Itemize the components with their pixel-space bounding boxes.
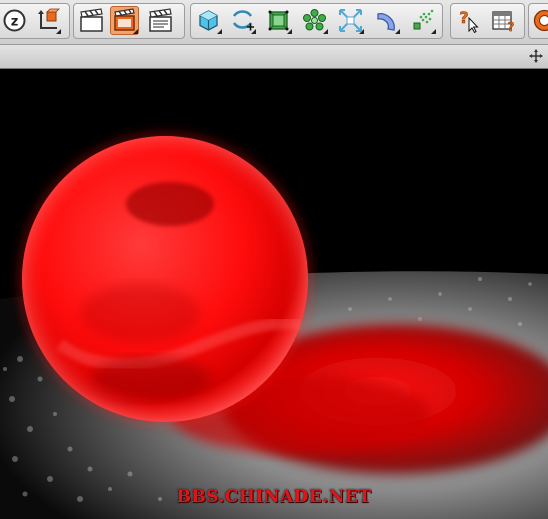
submenu-indicator	[431, 29, 436, 34]
render-view-icon	[80, 8, 103, 32]
render-active-view-button[interactable]	[110, 6, 139, 35]
zoom-icon: z	[3, 9, 26, 32]
cube-button[interactable]	[194, 6, 223, 35]
viewport-menu-bar	[0, 45, 548, 69]
submenu-indicator	[133, 29, 138, 34]
render-viewport[interactable]	[0, 69, 548, 519]
move-icon[interactable]	[528, 48, 544, 64]
world-icon	[533, 9, 548, 32]
table-help-button[interactable]: ?	[489, 6, 518, 35]
svg-text:?: ?	[459, 8, 468, 27]
render-scene	[0, 69, 548, 519]
main-toolbar: z ? ?	[0, 0, 548, 45]
render-view-button[interactable]	[77, 6, 106, 35]
world-button[interactable]	[530, 6, 548, 35]
render-settings-icon	[149, 8, 172, 32]
help-cursor-button[interactable]: ?	[454, 6, 483, 35]
deformer-button[interactable]	[336, 6, 365, 35]
red-sphere	[19, 133, 311, 425]
submenu-indicator	[323, 29, 328, 34]
svg-text:z: z	[11, 15, 19, 30]
submenu-indicator	[287, 29, 292, 34]
nurbs-button[interactable]	[228, 6, 257, 35]
render-settings-button[interactable]	[146, 6, 175, 35]
particle-button[interactable]	[408, 6, 437, 35]
zoom-button[interactable]: z	[0, 6, 29, 35]
table-help-icon: ?	[492, 11, 515, 33]
help-cursor-icon: ?	[459, 8, 479, 33]
axis-button[interactable]	[33, 6, 62, 35]
submenu-indicator	[359, 29, 364, 34]
watermark-text: BBS.CHINADE.NET	[176, 487, 372, 507]
subdivision-button[interactable]	[264, 6, 293, 35]
submenu-indicator	[395, 29, 400, 34]
spline-button[interactable]	[372, 6, 401, 35]
svg-text:?: ?	[508, 20, 515, 33]
submenu-indicator	[56, 29, 61, 34]
submenu-indicator	[217, 29, 222, 34]
submenu-indicator	[251, 29, 256, 34]
cloner-button[interactable]	[300, 6, 329, 35]
